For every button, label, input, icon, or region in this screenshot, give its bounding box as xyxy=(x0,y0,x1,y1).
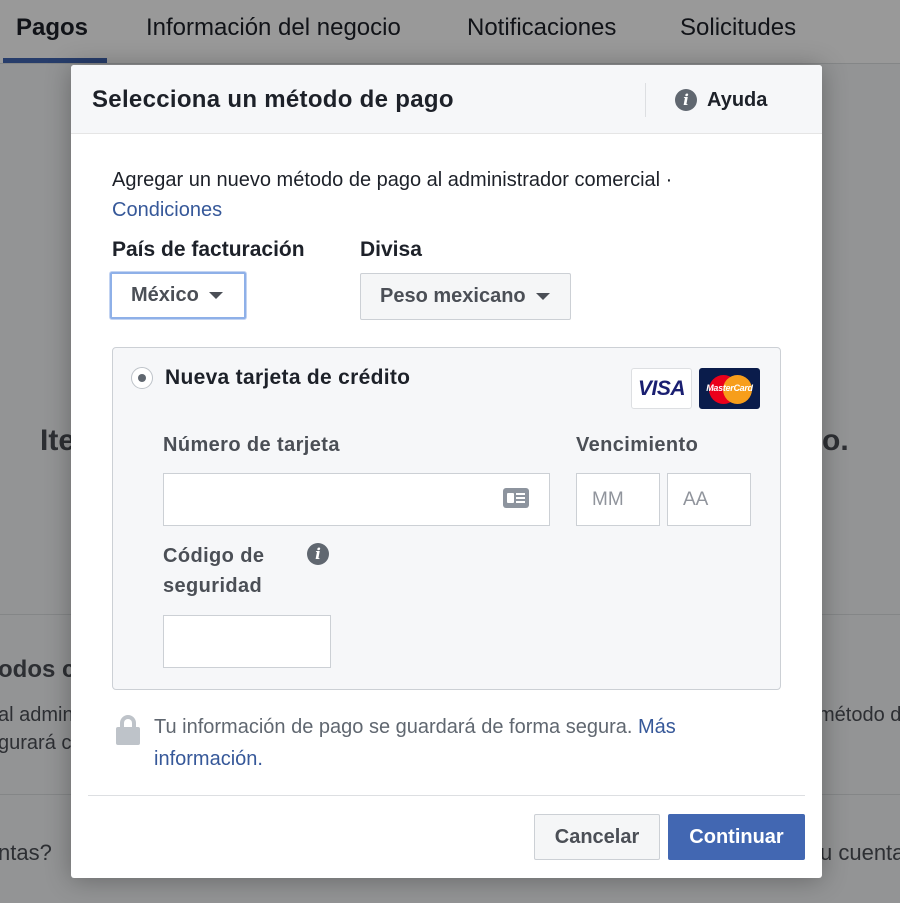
secure-info-text: Tu información de pago se guardará de fo… xyxy=(154,711,754,775)
help-button[interactable]: i Ayuda xyxy=(675,87,767,113)
new-card-radio[interactable] xyxy=(131,367,153,389)
mastercard-logo-text: MasterCard xyxy=(706,383,753,393)
lock-icon xyxy=(116,715,140,745)
credit-card-section: Nueva tarjeta de crédito VISA MasterCard… xyxy=(112,347,781,690)
continue-button[interactable]: Continuar xyxy=(668,814,805,860)
visa-logo: VISA xyxy=(631,368,692,409)
payment-method-dialog: Selecciona un método de pago i Ayuda Agr… xyxy=(71,65,822,878)
dialog-title: Selecciona un método de pago xyxy=(92,86,454,113)
cancel-button[interactable]: Cancelar xyxy=(534,814,660,860)
intro-sentence: Agregar un nuevo método de pago al admin… xyxy=(112,169,673,191)
intro-text: Agregar un nuevo método de pago al admin… xyxy=(112,165,752,225)
conditions-link[interactable]: Condiciones xyxy=(112,199,222,221)
chevron-down-icon xyxy=(208,292,223,299)
help-label: Ayuda xyxy=(707,88,768,111)
expiry-year-input[interactable] xyxy=(667,473,751,526)
security-code-input[interactable] xyxy=(163,615,331,668)
card-number-wrapper xyxy=(163,473,550,526)
billing-country-label: País de facturación xyxy=(112,238,305,261)
card-icon xyxy=(503,488,529,508)
security-code-label-line1: Código de xyxy=(163,545,265,567)
security-code-label-line2: seguridad xyxy=(163,575,263,597)
secure-info-sentence: Tu información de pago se guardará de fo… xyxy=(154,716,633,738)
info-icon: i xyxy=(675,89,697,111)
billing-country-select[interactable]: México xyxy=(110,272,246,319)
currency-label: Divisa xyxy=(360,238,422,261)
new-card-label: Nueva tarjeta de crédito xyxy=(165,366,411,389)
visa-logo-text: VISA xyxy=(637,376,686,400)
header-divider xyxy=(645,83,646,117)
mastercard-logo: MasterCard xyxy=(699,368,760,409)
currency-value: Peso mexicano xyxy=(380,285,526,307)
card-number-label: Número de tarjeta xyxy=(163,434,340,456)
chevron-down-icon xyxy=(535,293,550,300)
radio-selected-dot xyxy=(138,374,146,382)
footer-divider xyxy=(88,795,805,796)
dialog-header: Selecciona un método de pago i Ayuda xyxy=(71,65,822,134)
info-icon[interactable]: i xyxy=(307,543,329,565)
currency-select[interactable]: Peso mexicano xyxy=(360,273,571,320)
expiry-label: Vencimiento xyxy=(576,434,699,456)
expiry-month-input[interactable] xyxy=(576,473,660,526)
card-number-input[interactable] xyxy=(163,473,550,526)
billing-country-value: México xyxy=(131,284,199,306)
